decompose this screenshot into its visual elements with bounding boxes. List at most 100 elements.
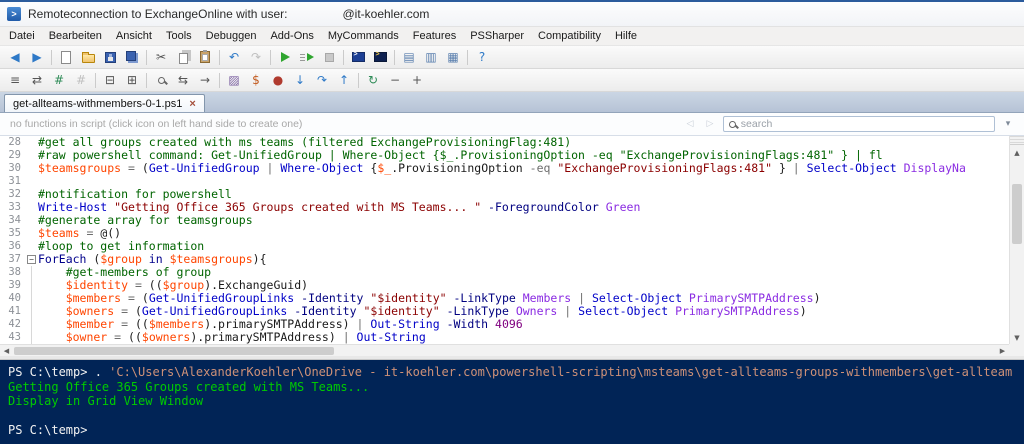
search-options-icon[interactable]: ▾	[1000, 116, 1016, 132]
zoom-out-icon[interactable]: −	[385, 71, 405, 90]
format-script-icon[interactable]: ≡	[5, 71, 25, 90]
line-number[interactable]: 41	[0, 305, 26, 318]
line-number[interactable]: 33	[0, 201, 26, 214]
help-icon[interactable]: ?	[472, 48, 492, 67]
run-selection-icon[interactable]	[297, 48, 317, 67]
collapse-regions-icon[interactable]: ⊟	[100, 71, 120, 90]
open-script-icon[interactable]	[78, 48, 98, 67]
menu-item-ansicht[interactable]: Ansicht	[109, 28, 159, 44]
fold-column	[26, 331, 38, 344]
step-over-icon[interactable]: ↷	[312, 71, 332, 90]
menu-item-bearbeiten[interactable]: Bearbeiten	[42, 28, 109, 44]
cut-icon[interactable]: ✂	[151, 48, 171, 67]
menu-item-mycommands[interactable]: MyCommands	[321, 28, 406, 44]
split-handle-icon[interactable]	[1010, 136, 1024, 145]
code-line[interactable]: 43 $owner = (($owners).primarySMTPAddres…	[0, 331, 1009, 344]
line-number[interactable]: 29	[0, 149, 26, 162]
refresh-icon[interactable]: ↻	[363, 71, 383, 90]
line-number[interactable]: 28	[0, 136, 26, 149]
find-icon[interactable]	[151, 71, 171, 90]
nav-back-icon[interactable]: ◀	[5, 48, 25, 67]
menu-item-debuggen[interactable]: Debuggen	[199, 28, 264, 44]
replace-icon[interactable]: ⇆	[173, 71, 193, 90]
menu-item-pssharper[interactable]: PSSharper	[463, 28, 531, 44]
app-window: > Remoteconnection to ExchangeOnline wit…	[0, 0, 1024, 444]
expand-alias-icon[interactable]: ⇄	[27, 71, 47, 90]
code-line[interactable]: 30 $teamsgroups = (Get-UnifiedGroup | Whe…	[0, 162, 1009, 175]
toolbar-separator	[219, 72, 220, 88]
fold-column	[26, 240, 38, 253]
editor-horizontal-scrollbar[interactable]: ◀ ▶	[0, 344, 1009, 356]
line-number[interactable]: 36	[0, 240, 26, 253]
save-all-icon[interactable]	[122, 48, 142, 67]
fold-column	[26, 227, 38, 240]
line-number[interactable]: 35	[0, 227, 26, 240]
title-bar[interactable]: > Remoteconnection to ExchangeOnline wit…	[0, 2, 1024, 27]
code-text: $owner = (($owners).primarySMTPAddress) …	[38, 330, 426, 344]
snippets-icon[interactable]: ▨	[224, 71, 244, 90]
menu-item-features[interactable]: Features	[406, 28, 463, 44]
menu-item-tools[interactable]: Tools	[159, 28, 199, 44]
menu-item-datei[interactable]: Datei	[2, 28, 42, 44]
variables-icon[interactable]: $	[246, 71, 266, 90]
scroll-down-icon[interactable]: ▼	[1010, 331, 1024, 344]
window-title: Remoteconnection to ExchangeOnline with …	[28, 7, 288, 21]
show-console-pane-icon[interactable]: ▥	[421, 48, 441, 67]
fold-column	[26, 149, 38, 162]
line-number[interactable]: 30	[0, 162, 26, 175]
code-line[interactable]: 34 #generate array for teamsgroups	[0, 214, 1009, 227]
step-into-icon[interactable]: ↓	[290, 71, 310, 90]
search-box[interactable]	[723, 116, 995, 132]
expand-regions-icon[interactable]: ⊞	[122, 71, 142, 90]
line-number[interactable]: 38	[0, 266, 26, 279]
console-line: Display in Grid View Window	[8, 394, 204, 408]
toggle-breakpoint-icon[interactable]: ●	[268, 71, 288, 90]
vertical-scrollbar-thumb[interactable]	[1012, 184, 1022, 244]
show-script-pane-icon[interactable]: ▤	[399, 48, 419, 67]
editor-vertical-scrollbar[interactable]: ▲ ▼	[1009, 136, 1024, 344]
new-remote-powershell-tab-icon[interactable]	[348, 48, 368, 67]
fold-column	[26, 188, 38, 201]
nav-forward-icon[interactable]: ▶	[27, 48, 47, 67]
comment-selection-icon[interactable]: #	[49, 71, 69, 90]
save-icon[interactable]	[100, 48, 120, 67]
menu-bar: Datei Bearbeiten Ansicht Tools Debuggen Add-O…	[0, 27, 1024, 46]
line-number[interactable]: 31	[0, 175, 26, 188]
search-icon	[729, 120, 736, 128]
tab-close-icon[interactable]: ×	[189, 98, 195, 110]
line-number[interactable]: 43	[0, 331, 26, 344]
menu-item-add-ons[interactable]: Add-Ons	[263, 28, 320, 44]
new-script-icon[interactable]	[56, 48, 76, 67]
zoom-in-icon[interactable]: +	[407, 71, 427, 90]
line-number[interactable]: 42	[0, 318, 26, 331]
scroll-left-icon[interactable]: ◀	[0, 345, 13, 357]
copy-icon[interactable]	[173, 48, 193, 67]
scroll-right-icon[interactable]: ▶	[996, 345, 1009, 357]
line-number[interactable]: 34	[0, 214, 26, 227]
script-editor[interactable]: 28 #get all groups created with ms teams …	[0, 136, 1024, 356]
start-powershell-exe-icon[interactable]	[370, 48, 390, 67]
fold-column	[26, 214, 38, 227]
scroll-up-icon[interactable]: ▲	[1010, 146, 1024, 159]
fold-column	[26, 292, 38, 305]
fold-column	[26, 318, 38, 331]
fold-column	[26, 266, 38, 279]
tab-script[interactable]: get-allteams-withmembers-0-1.ps1 ×	[4, 94, 205, 112]
search-input[interactable]	[740, 118, 989, 130]
menu-item-compatibility[interactable]: Compatibility	[531, 28, 608, 44]
run-script-icon[interactable]	[275, 48, 295, 67]
horizontal-scrollbar-thumb[interactable]	[14, 347, 334, 355]
step-out-icon[interactable]: ↑	[334, 71, 354, 90]
line-number[interactable]: 39	[0, 279, 26, 292]
undo-icon[interactable]: ↶	[224, 48, 244, 67]
fold-column	[26, 175, 38, 188]
console-pane[interactable]: PS C:\temp> . 'C:\Users\AlexanderKoehler…	[0, 360, 1024, 444]
paste-icon[interactable]	[195, 48, 215, 67]
fold-collapse-icon[interactable]: −	[27, 255, 36, 264]
goto-line-icon[interactable]: →	[195, 71, 215, 90]
line-number[interactable]: 40	[0, 292, 26, 305]
line-number[interactable]: 37	[0, 253, 26, 266]
line-number[interactable]: 32	[0, 188, 26, 201]
menu-item-hilfe[interactable]: Hilfe	[608, 28, 644, 44]
show-both-panes-icon[interactable]: ▦	[443, 48, 463, 67]
